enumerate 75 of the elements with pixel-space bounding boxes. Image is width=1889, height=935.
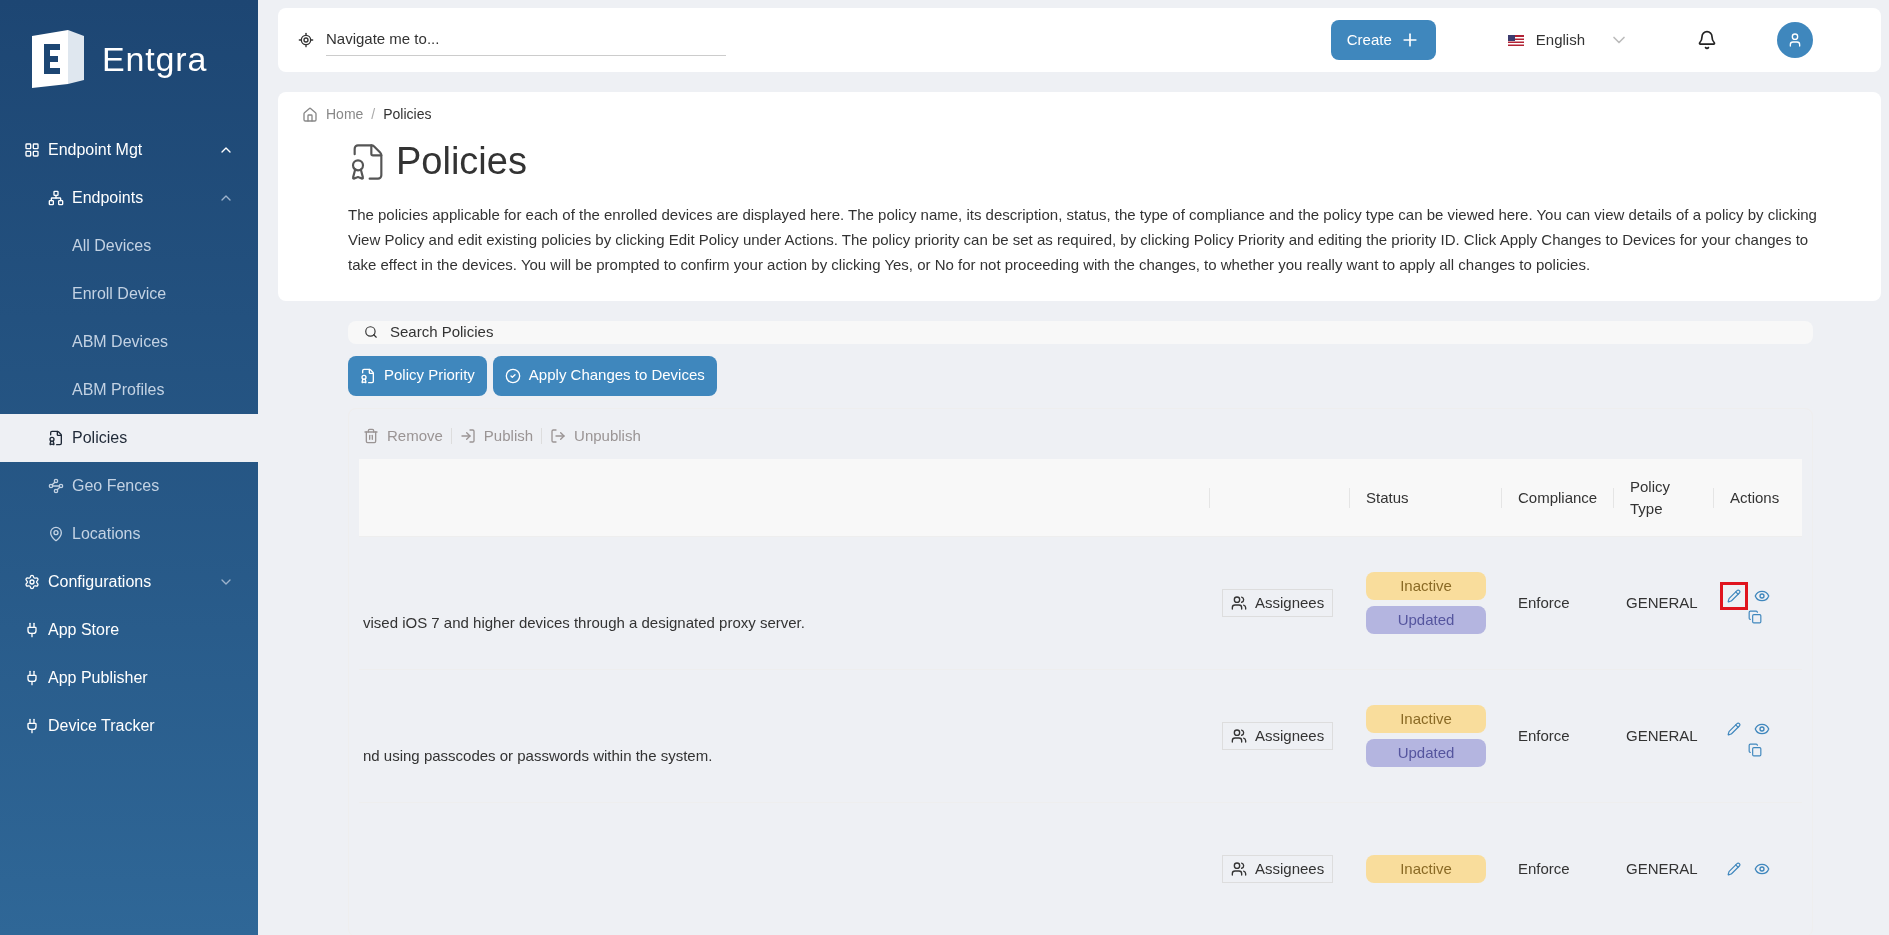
nav-icon bbox=[48, 478, 64, 494]
page-description: The policies applicable for each of the enrolled devices are displayed here. The policy name, its description, status, the type of compliance and the policy type can be viewed here. You can view details of a policy by clicking View Policy and edit existing policies by clicking Edit Policy under Actions. The policy priority can be set as required, by clicking Policy Priority and editing the priority ID. Click Apply Changes to Devices for your changes to take effect in the devices. You will be prompted to confirm your action by clicking Yes, or No for not proceeding with the changes, to whether you really want to apply all changes to policies. bbox=[347, 205, 1818, 275]
breadcrumb-link[interactable]: Home bbox=[326, 104, 364, 125]
column-header: Policy Type bbox=[1629, 476, 1671, 519]
language-selector[interactable]: English bbox=[1535, 28, 1585, 52]
column-header: Actions bbox=[1729, 487, 1781, 508]
view-icon[interactable] bbox=[1754, 861, 1770, 877]
sidebar-item[interactable]: Enroll Device bbox=[0, 270, 258, 318]
breadcrumb-separator: / bbox=[371, 105, 376, 124]
sidebar-item[interactable]: Endpoints bbox=[0, 174, 258, 222]
status-tag: Inactive bbox=[1366, 572, 1486, 600]
avatar[interactable] bbox=[1777, 22, 1813, 58]
create-button[interactable]: Create bbox=[1330, 20, 1436, 60]
column-header: Status bbox=[1365, 487, 1410, 508]
sidebar-item[interactable]: App Publisher bbox=[0, 654, 258, 702]
nav-icon bbox=[24, 718, 40, 734]
sidebar-item[interactable]: Geo Fences bbox=[0, 462, 258, 510]
nav-icon bbox=[24, 670, 40, 686]
edit-icon bbox=[1727, 589, 1741, 603]
sidebar-item[interactable]: ABM Devices bbox=[0, 318, 258, 366]
users-icon bbox=[1231, 861, 1247, 877]
flag-icon bbox=[1507, 34, 1524, 46]
nav-icon bbox=[48, 430, 64, 446]
nav-icon bbox=[24, 142, 40, 158]
view-icon[interactable] bbox=[1754, 588, 1770, 604]
nav-icon bbox=[48, 526, 64, 542]
sidebar-item[interactable]: ABM Profiles bbox=[0, 366, 258, 414]
sidebar-item[interactable]: Endpoint Mgt bbox=[0, 126, 258, 174]
edit-icon bbox=[1727, 862, 1741, 876]
status-tag: Inactive bbox=[1366, 705, 1486, 733]
column-header: Compliance bbox=[1517, 487, 1599, 508]
assignees-button[interactable]: Assignees bbox=[1222, 588, 1334, 618]
breadcrumb-current: Policies bbox=[383, 105, 432, 124]
document-icon bbox=[360, 367, 376, 384]
policy-type-cell-text: GENERAL bbox=[1626, 725, 1698, 746]
compliance-cell-text: Enforce bbox=[1518, 592, 1570, 613]
check-circle-icon bbox=[504, 367, 521, 384]
view-icon[interactable] bbox=[1754, 721, 1770, 737]
copy-icon[interactable] bbox=[1748, 743, 1762, 757]
navigate-field[interactable]: Navigate me to... bbox=[326, 24, 726, 56]
users-icon bbox=[1231, 728, 1247, 744]
status-tag: Inactive bbox=[1366, 855, 1486, 883]
nav-icon bbox=[48, 190, 64, 206]
compliance-cell-text: Enforce bbox=[1518, 858, 1570, 879]
logo-text: Entgra bbox=[102, 38, 208, 80]
page-title: Policies bbox=[396, 139, 527, 184]
trash-icon bbox=[363, 427, 379, 444]
sidebar-item[interactable]: All Devices bbox=[0, 222, 258, 270]
copy-icon[interactable] bbox=[1748, 610, 1762, 624]
policy-type-cell-text: GENERAL bbox=[1626, 858, 1698, 879]
assignees-button[interactable]: Assignees bbox=[1222, 721, 1334, 751]
edit-button[interactable] bbox=[1720, 582, 1748, 610]
policy-description: nd using passcodes or passwords within the system. bbox=[363, 745, 713, 766]
search-icon bbox=[364, 325, 378, 340]
users-icon bbox=[1231, 595, 1247, 611]
user-icon bbox=[1787, 32, 1803, 48]
locate-icon bbox=[298, 32, 314, 48]
action-button[interactable]: Apply Changes to Devices bbox=[492, 355, 717, 396]
sidebar-item[interactable]: App Store bbox=[0, 606, 258, 654]
nav-icon bbox=[24, 622, 40, 638]
compliance-cell-text: Enforce bbox=[1518, 725, 1570, 746]
sidebar-item[interactable]: Locations bbox=[0, 510, 258, 558]
policy-type-cell-text: GENERAL bbox=[1626, 592, 1698, 613]
status-tag: Updated bbox=[1366, 606, 1486, 634]
home-icon bbox=[302, 106, 318, 123]
action-button[interactable]: Policy Priority bbox=[348, 355, 487, 396]
notification-icon[interactable] bbox=[1697, 30, 1717, 50]
sidebar-item[interactable]: Policies bbox=[0, 414, 258, 462]
sidebar-item[interactable]: Device Tracker bbox=[0, 702, 258, 750]
sidebar-item[interactable]: Configurations bbox=[0, 558, 258, 606]
edit-icon bbox=[1727, 722, 1741, 736]
policy-description: vised iOS 7 and higher devices through a designated proxy server. bbox=[363, 612, 805, 633]
status-tag: Updated bbox=[1366, 739, 1486, 767]
assignees-button[interactable]: Assignees bbox=[1222, 854, 1334, 884]
nav-icon bbox=[24, 574, 40, 590]
